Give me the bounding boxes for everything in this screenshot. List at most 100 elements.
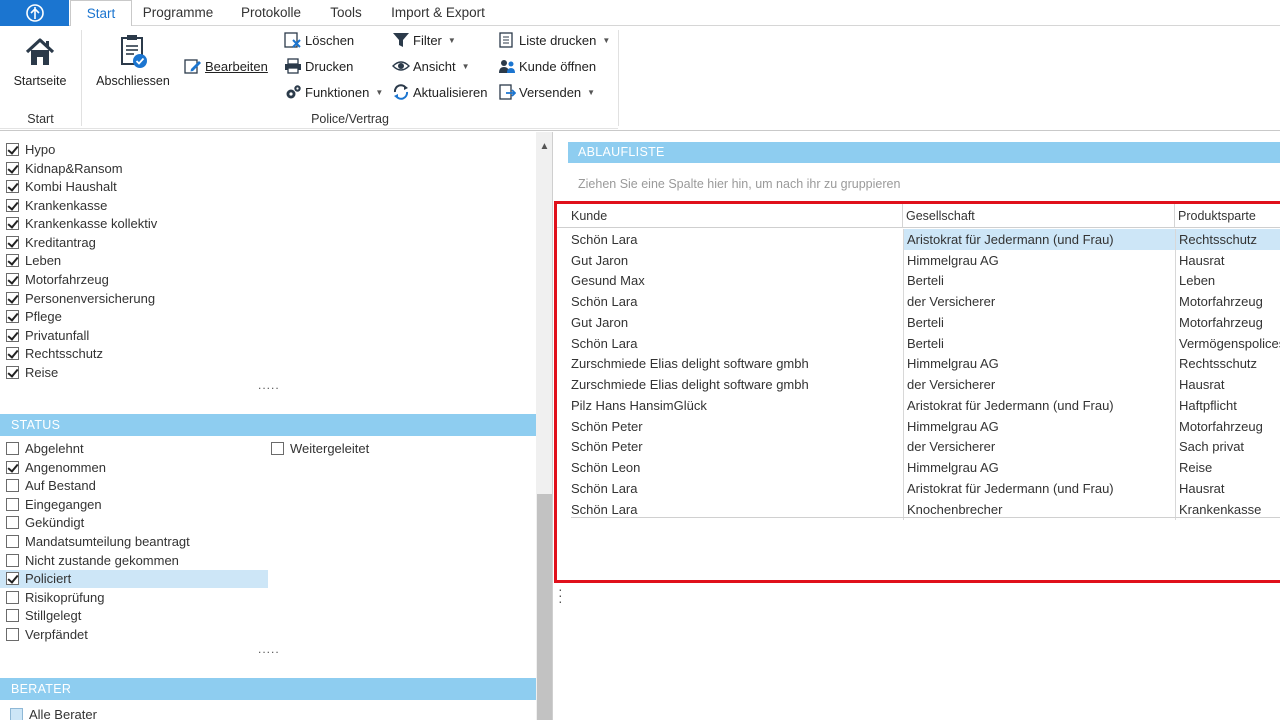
checkbox[interactable]	[6, 180, 19, 193]
checkbox[interactable]	[6, 292, 19, 305]
table-row[interactable]: Gut Jaron Himmelgrau AG Hausrat	[557, 250, 1280, 271]
checkbox[interactable]	[6, 143, 19, 156]
more-options-link[interactable]: .....	[258, 642, 280, 656]
checkbox[interactable]	[10, 708, 23, 720]
ansicht-button[interactable]: Ansicht ▼	[392, 56, 470, 78]
liste-drucken-button[interactable]: Liste drucken ▼	[498, 30, 610, 52]
app-menu-button[interactable]	[0, 0, 69, 26]
sparte-checkbox-kidnap-ransom[interactable]: Kidnap&Ransom	[6, 160, 123, 178]
sparte-checkbox-privatunfall[interactable]: Privatunfall	[6, 327, 89, 345]
table-row[interactable]: Schön Peter Himmelgrau AG Motorfahrzeug	[557, 416, 1280, 437]
filter-button[interactable]: Filter ▼	[392, 30, 456, 52]
versenden-button[interactable]: Versenden ▼	[498, 82, 595, 104]
cell-kunde: Schön Lara	[571, 481, 638, 496]
cell-produktsparte: Motorfahrzeug	[1175, 416, 1280, 437]
table-row[interactable]: Zurschmiede Elias delight software gmbh d…	[557, 374, 1280, 395]
tab-start[interactable]: Start	[70, 0, 132, 27]
cell-gesellschaft: der Versicherer	[903, 436, 1175, 457]
sparte-checkbox-hypo[interactable]: Hypo	[6, 141, 55, 159]
column-header-kunde[interactable]: Kunde	[557, 204, 903, 228]
status-checkbox-weitergeleitet[interactable]: Weitergeleitet	[271, 440, 369, 458]
status-checkbox-verpfaendet[interactable]: Verpfändet	[6, 626, 88, 644]
checkbox[interactable]	[6, 347, 19, 360]
sparte-checkbox-motorfahrzeug[interactable]: Motorfahrzeug	[6, 271, 109, 289]
table-row[interactable]: Schön Lara Berteli Vermögenspolices	[557, 333, 1280, 354]
checkbox[interactable]	[6, 310, 19, 323]
checkbox[interactable]	[6, 442, 19, 455]
sparte-checkbox-pflege[interactable]: Pflege	[6, 308, 62, 326]
table-row[interactable]: Pilz Hans HansimGlück Aristokrat für Jede…	[557, 395, 1280, 416]
group-by-drop-area[interactable]: Ziehen Sie eine Spalte hier hin, um nach…	[578, 177, 900, 191]
more-options-link[interactable]: .....	[258, 378, 280, 392]
berater-checkbox-alle[interactable]: Alle Berater	[10, 706, 97, 720]
sparte-checkbox-krankenkasse[interactable]: Krankenkasse	[6, 197, 107, 215]
checkbox[interactable]	[6, 329, 19, 342]
checkbox[interactable]	[6, 217, 19, 230]
checkbox[interactable]	[6, 572, 19, 585]
aktualisieren-button[interactable]: Aktualisieren	[392, 82, 487, 104]
sparte-checkbox-rechtsschutz[interactable]: Rechtsschutz	[6, 345, 103, 363]
sparte-checkbox-krankenkasse-kollektiv[interactable]: Krankenkasse kollektiv	[6, 215, 157, 233]
sparte-checkbox-personenversicherung[interactable]: Personenversicherung	[6, 290, 155, 308]
checkbox[interactable]	[271, 442, 284, 455]
status-checkbox-auf-bestand[interactable]: Auf Bestand	[6, 477, 96, 495]
checkbox-label: Leben	[25, 253, 62, 268]
table-row[interactable]: Schön Peter der Versicherer Sach privat	[557, 436, 1280, 457]
status-checkbox-risikopruefung[interactable]: Risikoprüfung	[6, 589, 105, 607]
checkbox[interactable]	[6, 273, 19, 286]
status-checkbox-gekuendigt[interactable]: Gekündigt	[6, 514, 84, 532]
sparte-checkbox-leben[interactable]: Leben	[6, 252, 61, 270]
checkbox-label: Pflege	[25, 309, 62, 324]
scrollbar-thumb[interactable]	[537, 494, 552, 720]
checkbox[interactable]	[6, 609, 19, 622]
tab-programme[interactable]: Programme	[136, 0, 220, 26]
sparte-checkbox-kombi-haushalt[interactable]: Kombi Haushalt	[6, 178, 117, 196]
column-header-produktsparte[interactable]: Produktsparte	[1175, 204, 1280, 228]
funktionen-button[interactable]: Funktionen ▼	[284, 82, 383, 104]
sparte-checkbox-kreditantrag[interactable]: Kreditantrag	[6, 234, 96, 252]
table-row[interactable]: Schön Leon Himmelgrau AG Reise	[557, 457, 1280, 478]
table-row[interactable]: Gut Jaron Berteli Motorfahrzeug	[557, 312, 1280, 333]
checkbox[interactable]	[6, 199, 19, 212]
table-row[interactable]: Gesund Max Berteli Leben	[557, 270, 1280, 291]
status-checkbox-abgelehnt[interactable]: Abgelehnt	[6, 440, 84, 458]
loeschen-button[interactable]: Löschen	[284, 30, 354, 52]
checkbox[interactable]	[6, 498, 19, 511]
checkbox[interactable]	[6, 516, 19, 529]
table-row[interactable]: Zurschmiede Elias delight software gmbh H…	[557, 353, 1280, 374]
status-checkbox-mandatsumteilung[interactable]: Mandatsumteilung beantragt	[6, 533, 190, 551]
dropdown-caret-icon: ▼	[461, 62, 470, 71]
tab-tools[interactable]: Tools	[320, 0, 372, 26]
checkbox[interactable]	[6, 366, 19, 379]
checkbox[interactable]	[6, 254, 19, 267]
kunde-oeffnen-button[interactable]: Kunde öffnen	[498, 56, 596, 78]
splitter-grip-icon[interactable]: · · ·	[558, 582, 564, 608]
checkbox[interactable]	[6, 591, 19, 604]
checkbox[interactable]	[6, 479, 19, 492]
sparte-checkbox-reise[interactable]: Reise	[6, 364, 58, 382]
status-checkbox-stillgelegt[interactable]: Stillgelegt	[6, 607, 81, 625]
table-row[interactable]: Schön Lara Aristokrat für Jedermann (und …	[557, 229, 1280, 250]
status-checkbox-angenommen[interactable]: Angenommen	[6, 459, 106, 477]
abschliessen-button[interactable]: Abschliessen	[94, 34, 172, 88]
startseite-button[interactable]: Startseite	[8, 34, 72, 88]
table-row[interactable]: Schön Lara der Versicherer Motorfahrzeug	[557, 291, 1280, 312]
drucken-button[interactable]: Drucken	[284, 56, 353, 78]
checkbox[interactable]	[6, 461, 19, 474]
table-row[interactable]: Schön Lara Aristokrat für Jedermann (und …	[557, 478, 1280, 499]
checkbox[interactable]	[6, 535, 19, 548]
checkbox[interactable]	[6, 162, 19, 175]
bearbeiten-button[interactable]: Bearbeiten	[184, 56, 268, 78]
checkbox-label: Policiert	[25, 571, 72, 586]
tab-import-export[interactable]: Import & Export	[384, 0, 492, 26]
column-header-gesellschaft[interactable]: Gesellschaft	[903, 204, 1175, 228]
tab-protokolle[interactable]: Protokolle	[232, 0, 310, 26]
status-checkbox-nicht-zustande[interactable]: Nicht zustande gekommen	[6, 552, 179, 570]
checkbox-label: Rechtsschutz	[25, 346, 104, 361]
scroll-up-chevron-icon[interactable]: ▲	[537, 140, 552, 154]
checkbox[interactable]	[6, 554, 19, 567]
checkbox[interactable]	[6, 236, 19, 249]
checkbox[interactable]	[6, 628, 19, 641]
status-checkbox-eingegangen[interactable]: Eingegangen	[6, 496, 102, 514]
status-checkbox-policiert[interactable]: Policiert	[6, 570, 71, 588]
